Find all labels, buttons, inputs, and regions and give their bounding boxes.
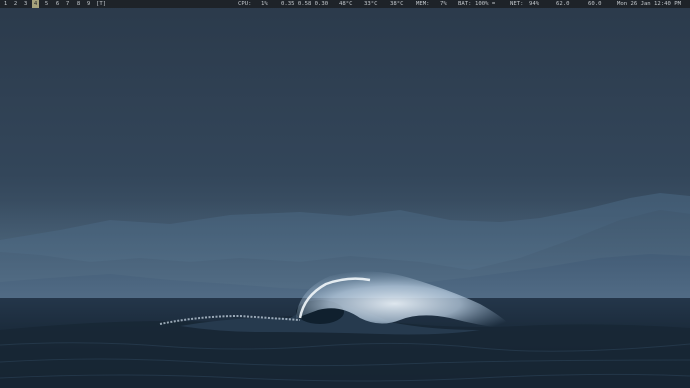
workspace-6-tag[interactable]: 6 [54,0,61,8]
network-value: 94% [529,1,540,7]
workspace-7-tag[interactable]: 7 [64,0,71,8]
desktop: 1 2 3 4 5 6 7 8 9 [T] CPU: 1% 0.35 0.58 … [0,0,690,388]
clock-display: 12:40 PM [654,1,681,7]
load-average: 0.35 0.58 0.30 [281,1,329,7]
workspace-3-tag[interactable]: 3 [22,0,29,8]
workspace-4-tag-active[interactable]: 4 [32,0,39,8]
layout-indicator[interactable]: [T] [96,0,106,8]
memory-label: MEM: [416,1,430,7]
workspace-1-tag[interactable]: 1 [2,0,9,8]
workspace-8-tag[interactable]: 8 [75,0,82,8]
battery-value: 100% = [475,1,496,7]
status-bar: 1 2 3 4 5 6 7 8 9 [T] CPU: 1% 0.35 0.58 … [0,0,690,8]
workspace-9-tag[interactable]: 9 [85,0,92,8]
status-value-a: 62.0 [556,1,570,7]
status-value-b: 60.0 [588,1,602,7]
temperature-3: 38°C [390,1,404,7]
workspace-5-tag[interactable]: 5 [43,0,50,8]
network-label: NET: [510,1,524,7]
workspace-2-tag[interactable]: 2 [12,0,19,8]
cpu-value: 1% [261,1,268,7]
memory-value: 7% [440,1,447,7]
temperature-1: 48°C [339,1,353,7]
date-display: Mon 26 Jan [617,1,651,7]
temperature-2: 33°C [364,1,378,7]
wallpaper-ocean-wave [0,0,690,388]
cpu-label: CPU: [238,1,252,7]
battery-label: BAT: [458,1,472,7]
